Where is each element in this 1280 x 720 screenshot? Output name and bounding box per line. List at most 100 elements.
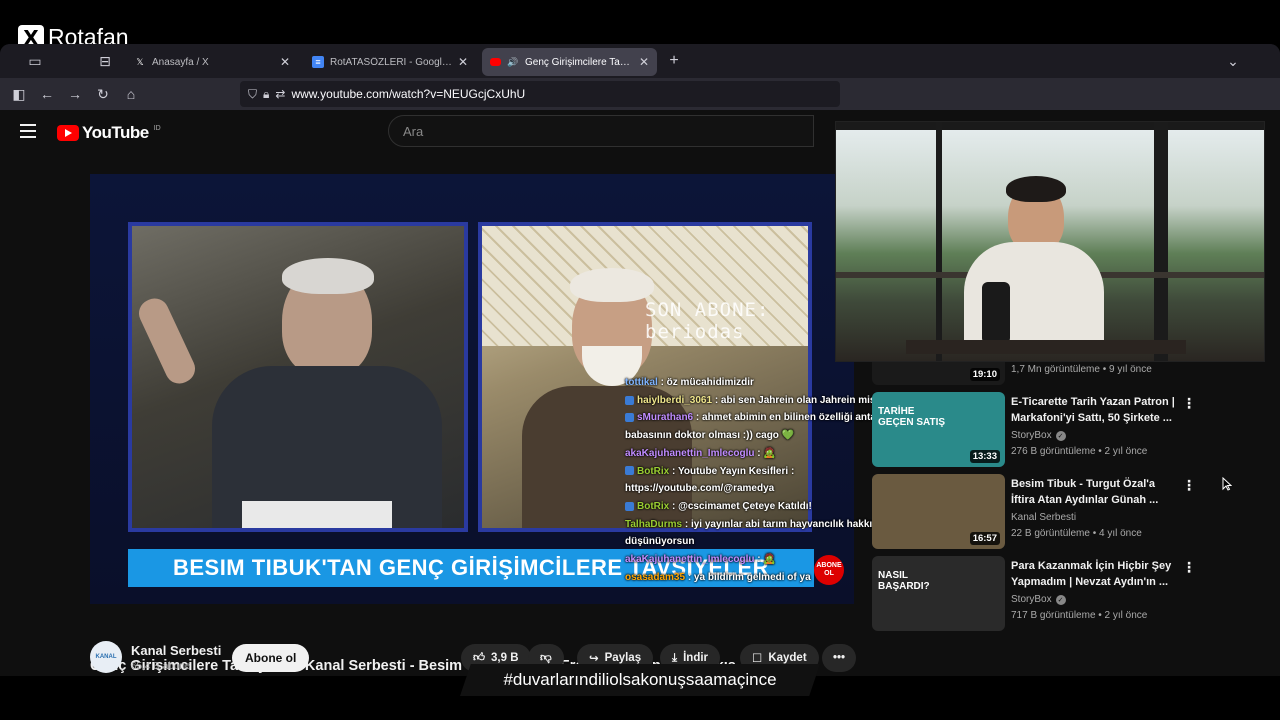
youtube-page: YouTube ID Ara SON ABONE: beriodas BESIM… bbox=[0, 110, 1280, 676]
chat-username: osasadam35 bbox=[625, 571, 686, 583]
back-icon[interactable]: ← bbox=[38, 85, 56, 103]
search-input[interactable]: Ara bbox=[388, 115, 814, 147]
shield-icon[interactable]: ⛉ bbox=[248, 87, 257, 102]
thumbnail-text: NASIL BAŞARDI? bbox=[878, 570, 930, 592]
verified-icon: ✓ bbox=[1055, 594, 1066, 605]
chat-text: düşünüyorsun bbox=[625, 536, 695, 548]
chat-message: https://youtube.com/@ramedya bbox=[625, 480, 895, 498]
thumbs-down-icon: 👎︎ bbox=[540, 652, 552, 664]
chat-overlay: tottikal : öz mücahidimizdir haiylberdi_3… bbox=[625, 374, 933, 586]
sidebar-icon[interactable]: ◧ bbox=[10, 85, 28, 103]
chat-text: : öz mücahidimizdir bbox=[660, 377, 754, 388]
chat-message: BotRix : @cscimamet Çeteye Katıldı! bbox=[625, 498, 895, 516]
recommendation-card[interactable]: TARİHE GEÇEN SATIŞ 13:33 E-Ticarette Tarih… bbox=[872, 392, 1252, 468]
window-frame-left bbox=[936, 122, 942, 361]
sidebar-toggle-icon[interactable]: ▭ bbox=[26, 52, 44, 70]
more-actions-button[interactable]: ••• bbox=[822, 644, 856, 672]
chat-badge-icon bbox=[625, 395, 634, 405]
download-label: İndir bbox=[683, 652, 709, 664]
youtube-icon bbox=[490, 58, 501, 66]
tab-list-chevron-icon[interactable]: ⌄ bbox=[1224, 52, 1242, 70]
chat-badge-icon bbox=[625, 501, 634, 511]
subscribe-button[interactable]: Abone ol bbox=[232, 644, 310, 672]
chat-message: sMurathan6 : ahmet abimin en bilinen öze… bbox=[625, 409, 933, 427]
more-options-icon[interactable]: ⋮ bbox=[1182, 560, 1196, 574]
reload-icon[interactable]: ↻ bbox=[94, 85, 112, 103]
tab-x[interactable]: 𝕏 Anasayfa / X ✕ bbox=[126, 48, 298, 76]
save-icon: ☐ bbox=[752, 653, 763, 665]
chat-message: babasının doktor olması :)) cago 💚 bbox=[625, 427, 895, 445]
webcam-overlay bbox=[835, 121, 1265, 362]
youtube-logo[interactable]: YouTube ID bbox=[57, 123, 161, 143]
tab-title: Anasayfa / X bbox=[152, 56, 209, 68]
tab-title: Genç Girişimcilere Tavsiyeler - Kanal Se… bbox=[525, 56, 633, 68]
permissions-icon[interactable]: ⇄ bbox=[275, 87, 285, 101]
recommendation-channel[interactable]: StoryBox ✓ bbox=[1011, 594, 1066, 605]
close-tab-icon[interactable]: ✕ bbox=[280, 55, 290, 69]
share-icon: ↪ bbox=[589, 653, 599, 665]
recommendation-meta: 22 B görüntüleme • 4 yıl önce bbox=[1011, 528, 1142, 539]
thumbnail-text: TARİHE GEÇEN SATIŞ bbox=[878, 406, 946, 428]
address-bar[interactable]: ⛉ 🔒︎ ⇄ www.youtube.com/watch?v=NEUGcjCxU… bbox=[240, 81, 840, 107]
more-options-icon[interactable]: ⋮ bbox=[1182, 478, 1196, 492]
chat-username: haiylberdi_3061 bbox=[637, 394, 713, 406]
speaker-hand bbox=[134, 293, 200, 389]
tab-youtube[interactable]: 🔊 Genç Girişimcilere Tavsiyeler - Kanal … bbox=[482, 48, 657, 76]
chat-message: akaKajuhanettin_Imlecoglu : 🧟 bbox=[625, 445, 895, 463]
recommendation-title[interactable]: Para Kazanmak İçin Hiçbir Şey Yapmadım |… bbox=[1011, 558, 1176, 590]
desk bbox=[906, 340, 1186, 354]
video-duration: 13:33 bbox=[969, 450, 1000, 463]
youtube-play-icon bbox=[57, 125, 79, 141]
chat-message: düşünüyorsun bbox=[625, 533, 895, 551]
forward-icon[interactable]: → bbox=[66, 85, 84, 103]
share-label: Paylaş bbox=[604, 652, 642, 664]
thumbs-up-icon: 👍︎ bbox=[473, 652, 486, 664]
x-icon: 𝕏 bbox=[136, 56, 144, 67]
navigation-bar: ◧ ← → ↻ ⌂ ⛉ 🔒︎ ⇄ www.youtube.com/watch?v… bbox=[0, 78, 1280, 110]
recommendation-channel[interactable]: Kanal Serbesti bbox=[1011, 512, 1076, 523]
video-frame-left bbox=[128, 222, 468, 532]
more-options-icon[interactable]: ⋮ bbox=[1182, 396, 1196, 410]
docs-icon: ≡ bbox=[312, 56, 324, 68]
channel-name-text: StoryBox bbox=[1011, 430, 1052, 441]
recommendation-title[interactable]: Besim Tibuk - Turgut Özal'a İftira Atan … bbox=[1011, 476, 1176, 508]
speaker-icon[interactable]: 🔊 bbox=[507, 56, 519, 68]
tab-google-docs[interactable]: ≡ RotATASÖZLERİ - Google Dokümanlar ✕ bbox=[304, 48, 476, 76]
save-label: Kaydet bbox=[768, 652, 807, 664]
close-tab-icon[interactable]: ✕ bbox=[639, 55, 649, 69]
video-thumbnail[interactable]: 16:57 bbox=[872, 474, 1005, 549]
video-thumbnail[interactable]: TARİHE GEÇEN SATIŞ 13:33 bbox=[872, 392, 1005, 467]
recommendation-card[interactable]: 16:57 Besim Tibuk - Turgut Özal'a İftira … bbox=[872, 474, 1252, 550]
subscriber-count: 65,4 B abone bbox=[131, 661, 191, 672]
tab-title: RotATASÖZLERİ - Google Dokümanlar bbox=[330, 56, 452, 68]
chat-text: https://youtube.com/@ramedya bbox=[625, 483, 775, 495]
lock-icon[interactable]: 🔒︎ bbox=[263, 87, 269, 102]
chat-message: tottikal : öz mücahidimizdir bbox=[625, 374, 895, 392]
tab-overview-icon[interactable]: ⊟ bbox=[96, 52, 114, 70]
chat-username: TalhaDurms bbox=[625, 518, 683, 530]
guest-hair bbox=[570, 268, 654, 302]
url-text[interactable]: www.youtube.com/watch?v=NEUGcjCxUhU bbox=[291, 87, 525, 101]
channel-name[interactable]: Kanal Serbesti bbox=[131, 643, 221, 658]
chat-text: : 🧟 bbox=[757, 447, 776, 459]
chat-message: TalhaDurms : iyi yayınlar abi tarım hayv… bbox=[625, 516, 904, 534]
recommendation-card[interactable]: NASIL BAŞARDI? Para Kazanmak İçin Hiçbir … bbox=[872, 556, 1252, 632]
download-icon: ⤓ bbox=[672, 651, 678, 664]
last-subscriber-label: SON ABONE: beriodas bbox=[645, 299, 770, 343]
chat-username: BotRix bbox=[637, 500, 670, 512]
streamer-hair bbox=[1006, 176, 1066, 202]
recommendation-title[interactable]: E-Ticarette Tarih Yazan Patron | Markafo… bbox=[1011, 394, 1176, 426]
menu-icon[interactable] bbox=[20, 124, 36, 138]
video-thumbnail[interactable]: NASIL BAŞARDI? bbox=[872, 556, 1005, 631]
channel-avatar[interactable]: KANAL bbox=[90, 641, 122, 673]
video-duration: 19:10 bbox=[969, 368, 1000, 381]
recommendation-channel[interactable]: StoryBox ✓ bbox=[1011, 430, 1066, 441]
new-tab-icon[interactable]: + bbox=[665, 52, 683, 70]
chat-badge-icon bbox=[625, 466, 634, 476]
recommendation-meta: 276 B görüntüleme • 2 yıl önce bbox=[1011, 446, 1148, 457]
home-icon[interactable]: ⌂ bbox=[122, 85, 140, 103]
close-tab-icon[interactable]: ✕ bbox=[458, 55, 468, 69]
youtube-wordmark: YouTube bbox=[82, 123, 149, 142]
more-icon: ••• bbox=[832, 652, 846, 664]
region-code: ID bbox=[153, 124, 161, 132]
